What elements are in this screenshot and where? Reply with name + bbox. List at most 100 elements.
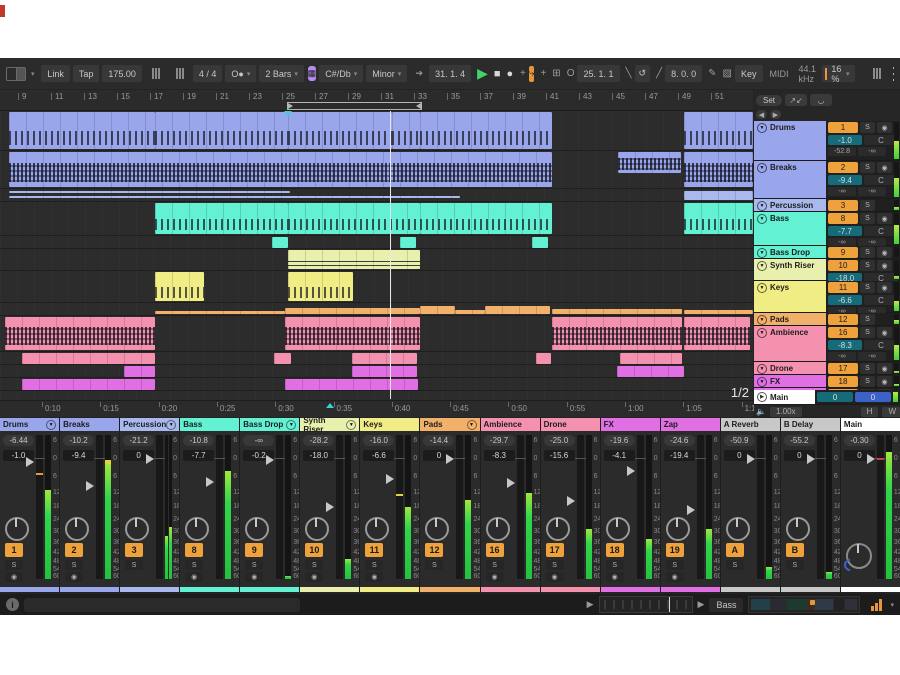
solo-button[interactable]: S: [666, 560, 684, 570]
clip[interactable]: [684, 310, 753, 314]
pan-knob[interactable]: [666, 517, 690, 541]
track-volume-field[interactable]: -9.4: [828, 175, 862, 185]
pane-toggle[interactable]: ▾: [0, 65, 39, 82]
pan-knob[interactable]: [365, 517, 389, 541]
punch-in-button[interactable]: ╲: [626, 68, 632, 79]
track-number-badge[interactable]: 3: [125, 543, 143, 557]
fold-icon[interactable]: ▼: [757, 315, 767, 325]
solo-button[interactable]: S: [860, 200, 875, 211]
track-number-badge[interactable]: 17: [828, 363, 858, 374]
zoom-height-button[interactable]: H: [861, 407, 879, 417]
clip[interactable]: [288, 112, 392, 149]
mixer-strip-b-delay[interactable]: B Delay-55.20606121824303642485460BS: [781, 418, 840, 592]
track-header-drone[interactable]: ▼Drone17S◉: [754, 362, 900, 375]
fader-handle[interactable]: [146, 454, 154, 464]
pan-knob[interactable]: [546, 517, 570, 541]
clip[interactable]: [124, 366, 155, 377]
mixer-strip-header[interactable]: Synth Riser▼: [300, 418, 359, 431]
mixer-strip-drone[interactable]: Drone-25.0-15.660612182430364248546017S◉: [541, 418, 600, 592]
clip[interactable]: [485, 306, 550, 314]
solo-button[interactable]: S: [546, 560, 564, 570]
fader-handle[interactable]: [687, 505, 695, 515]
mixer-strip-header[interactable]: Drums▼: [0, 418, 59, 431]
track-volume-field[interactable]: -6.6: [828, 295, 862, 305]
fader-handle[interactable]: [446, 454, 454, 464]
track-volume-field[interactable]: -8.3: [828, 340, 862, 350]
clip[interactable]: [285, 379, 418, 390]
mixer-toggle-icon[interactable]: [866, 65, 888, 82]
bar-ruler[interactable]: 9111315171921232527293133353739414345474…: [0, 90, 753, 111]
solo-button[interactable]: S: [486, 560, 504, 570]
track-header-bass-drop[interactable]: ▼Bass Drop9S◉: [754, 246, 900, 259]
zoom-back-button[interactable]: ↗↙: [785, 94, 807, 106]
pan-knob[interactable]: [305, 517, 329, 541]
solo-button[interactable]: S: [245, 560, 263, 570]
punch-out-button[interactable]: ╱: [656, 68, 662, 79]
mixer-strip-header[interactable]: A Reverb: [721, 418, 780, 431]
track-lane-synth-riser[interactable]: [0, 249, 753, 271]
arm-button[interactable]: ◉: [877, 327, 892, 338]
fold-icon[interactable]: ▼: [346, 420, 356, 430]
solo-button[interactable]: S: [860, 363, 875, 374]
solo-button[interactable]: S: [860, 282, 875, 293]
mixer-view-icon[interactable]: [871, 599, 882, 611]
menu-hamburger-icon[interactable]: [893, 67, 894, 81]
track-number-badge[interactable]: 9: [245, 543, 263, 557]
clip[interactable]: [684, 112, 753, 149]
arm-button[interactable]: ◉: [606, 572, 624, 582]
nudge-up-button[interactable]: [169, 65, 191, 82]
scale-mode-icon[interactable]: ▦: [308, 66, 317, 81]
clip[interactable]: [684, 203, 753, 234]
time-ruler[interactable]: 1/2 0:100:150:200:250:300:350:400:450:50…: [0, 400, 753, 417]
clip[interactable]: [9, 152, 552, 187]
clip[interactable]: [285, 317, 420, 350]
clip[interactable]: [288, 272, 353, 301]
track-lane-pads[interactable]: [0, 303, 753, 316]
fold-icon[interactable]: ▼: [757, 377, 767, 387]
fader-track[interactable]: [517, 435, 524, 579]
solo-button[interactable]: S: [860, 122, 875, 133]
fader-value-field[interactable]: -4.1: [604, 450, 635, 461]
arm-button[interactable]: ◉: [877, 122, 892, 133]
fold-icon[interactable]: ▼: [757, 201, 767, 211]
main-volume-field[interactable]: 0: [817, 392, 853, 402]
arm-button[interactable]: ◉: [877, 376, 892, 387]
solo-button[interactable]: S: [786, 560, 804, 570]
zoom-width-button[interactable]: W: [882, 407, 900, 417]
pan-knob[interactable]: [486, 517, 510, 541]
track-header-ambience[interactable]: ▼Ambience16S◉-8.3C-∞-∞: [754, 326, 900, 362]
clip[interactable]: [285, 308, 420, 314]
clip[interactable]: [5, 317, 155, 350]
mixer-strip-header[interactable]: Percussion▼: [120, 418, 179, 431]
fader-value-field[interactable]: -18.0: [303, 450, 334, 461]
pan-knob[interactable]: [786, 517, 810, 541]
fader-track[interactable]: [817, 435, 824, 579]
clip[interactable]: [155, 272, 204, 301]
pan-knob[interactable]: [726, 517, 750, 541]
arrangement-overview-play-icon[interactable]: ▶: [587, 599, 594, 610]
key-map-button[interactable]: Key: [735, 65, 763, 82]
mixer-strip-header[interactable]: Breaks: [60, 418, 119, 431]
track-lane-ambience[interactable]: [0, 316, 753, 352]
track-number-badge[interactable]: 8: [828, 213, 858, 224]
fold-icon[interactable]: ▼: [757, 248, 767, 258]
mixer-strip-keys[interactable]: Keys-16.0-6.660612182430364248546011S◉: [360, 418, 419, 592]
arm-button[interactable]: ◉: [546, 572, 564, 582]
track-number-badge[interactable]: 2: [828, 162, 858, 173]
fader-track[interactable]: [456, 435, 463, 579]
mixer-strip-bass-drop[interactable]: Bass Drop▼-∞-0.26061218243036424854609S◉: [240, 418, 299, 592]
metronome-button[interactable]: O●▾: [225, 65, 256, 82]
arm-button[interactable]: ◉: [877, 260, 892, 271]
fold-icon[interactable]: ▼: [757, 261, 767, 271]
track-header-synth-riser[interactable]: ▼Synth Riser10S◉-18.0C: [754, 259, 900, 281]
fader-value-field[interactable]: -15.6: [544, 450, 575, 461]
clip[interactable]: [552, 317, 682, 350]
track-header-pads[interactable]: ▼Pads12S: [754, 313, 900, 326]
clip[interactable]: [288, 250, 420, 269]
track-number-badge[interactable]: 11: [365, 543, 383, 557]
track-pan-field[interactable]: C: [864, 295, 898, 305]
scale-root-menu[interactable]: C#/Db▾: [319, 65, 363, 82]
solo-button[interactable]: S: [365, 560, 383, 570]
fader-handle[interactable]: [567, 496, 575, 506]
pan-knob[interactable]: [65, 517, 89, 541]
